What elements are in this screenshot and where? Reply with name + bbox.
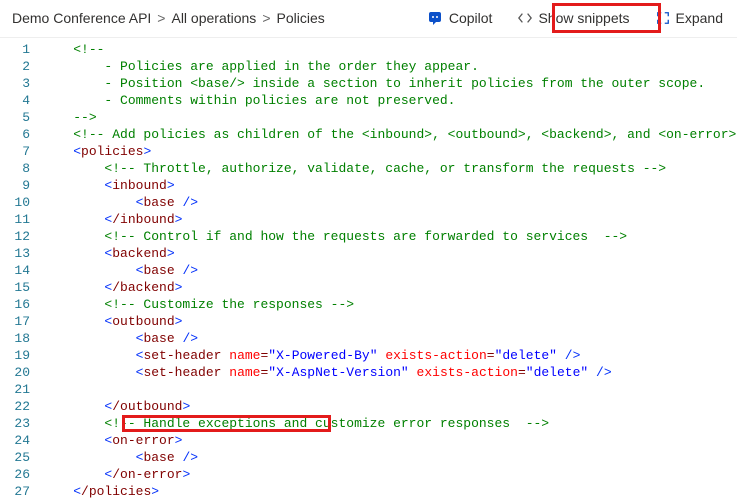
line-number: 3: [0, 75, 30, 92]
line-number: 24: [0, 432, 30, 449]
header-actions: Copilot Show snippets Expand: [423, 8, 727, 28]
code-line[interactable]: <set-header name="X-Powered-By" exists-a…: [42, 347, 737, 364]
line-number: 19: [0, 347, 30, 364]
code-line[interactable]: -->: [42, 109, 737, 126]
line-number: 14: [0, 262, 30, 279]
line-number: 17: [0, 313, 30, 330]
code-area[interactable]: <!-- - Policies are applied in the order…: [42, 38, 737, 504]
code-line[interactable]: <inbound>: [42, 177, 737, 194]
code-line[interactable]: <!-- Handle exceptions and customize err…: [42, 415, 737, 432]
code-line[interactable]: <!-- Throttle, authorize, validate, cach…: [42, 160, 737, 177]
copilot-button[interactable]: Copilot: [423, 8, 497, 28]
line-number: 21: [0, 381, 30, 398]
line-number: 15: [0, 279, 30, 296]
code-line[interactable]: - Policies are applied in the order they…: [42, 58, 737, 75]
line-number: 2: [0, 58, 30, 75]
line-number: 20: [0, 364, 30, 381]
breadcrumb-separator: >: [157, 10, 165, 26]
editor-header: Demo Conference API > All operations > P…: [0, 0, 737, 38]
code-line[interactable]: <base />: [42, 262, 737, 279]
line-number: 22: [0, 398, 30, 415]
line-number: 16: [0, 296, 30, 313]
code-line[interactable]: </inbound>: [42, 211, 737, 228]
line-number: 23: [0, 415, 30, 432]
breadcrumb-separator: >: [262, 10, 270, 26]
code-line[interactable]: </backend>: [42, 279, 737, 296]
code-line[interactable]: </on-error>: [42, 466, 737, 483]
code-line[interactable]: <base />: [42, 194, 737, 211]
line-number: 26: [0, 466, 30, 483]
line-number: 6: [0, 126, 30, 143]
code-line[interactable]: <on-error>: [42, 432, 737, 449]
code-line[interactable]: <outbound>: [42, 313, 737, 330]
code-line[interactable]: - Position <base/> inside a section to i…: [42, 75, 737, 92]
expand-button[interactable]: Expand: [652, 8, 727, 28]
copilot-icon: [427, 10, 443, 26]
code-line[interactable]: <base />: [42, 449, 737, 466]
code-line[interactable]: <!-- Add policies as children of the <in…: [42, 126, 737, 143]
code-line[interactable]: <!-- Control if and how the requests are…: [42, 228, 737, 245]
code-line[interactable]: </policies>: [42, 483, 737, 500]
code-line[interactable]: <!--: [42, 41, 737, 58]
line-number: 7: [0, 143, 30, 160]
show-snippets-label: Show snippets: [538, 10, 629, 26]
line-number: 18: [0, 330, 30, 347]
code-line[interactable]: <backend>: [42, 245, 737, 262]
code-icon: [518, 11, 532, 25]
breadcrumb-api[interactable]: Demo Conference API: [12, 10, 151, 26]
line-number-gutter: 1234567891011121314151617181920212223242…: [0, 38, 42, 504]
code-line[interactable]: <base />: [42, 330, 737, 347]
line-number: 9: [0, 177, 30, 194]
line-number: 8: [0, 160, 30, 177]
line-number: 5: [0, 109, 30, 126]
code-line[interactable]: <!-- Customize the responses -->: [42, 296, 737, 313]
copilot-label: Copilot: [449, 10, 493, 26]
code-line[interactable]: </outbound>: [42, 398, 737, 415]
code-line[interactable]: [42, 381, 737, 398]
breadcrumb-policies: Policies: [277, 10, 325, 26]
line-number: 25: [0, 449, 30, 466]
expand-icon: [656, 11, 670, 25]
line-number: 1: [0, 41, 30, 58]
line-number: 4: [0, 92, 30, 109]
show-snippets-button[interactable]: Show snippets: [514, 8, 633, 28]
code-line[interactable]: <set-header name="X-AspNet-Version" exis…: [42, 364, 737, 381]
line-number: 11: [0, 211, 30, 228]
breadcrumb-operations[interactable]: All operations: [171, 10, 256, 26]
line-number: 12: [0, 228, 30, 245]
code-editor[interactable]: 1234567891011121314151617181920212223242…: [0, 38, 737, 504]
breadcrumb: Demo Conference API > All operations > P…: [12, 10, 423, 26]
code-line[interactable]: - Comments within policies are not prese…: [42, 92, 737, 109]
line-number: 10: [0, 194, 30, 211]
expand-label: Expand: [676, 10, 723, 26]
line-number: 27: [0, 483, 30, 500]
line-number: 13: [0, 245, 30, 262]
code-line[interactable]: <policies>: [42, 143, 737, 160]
